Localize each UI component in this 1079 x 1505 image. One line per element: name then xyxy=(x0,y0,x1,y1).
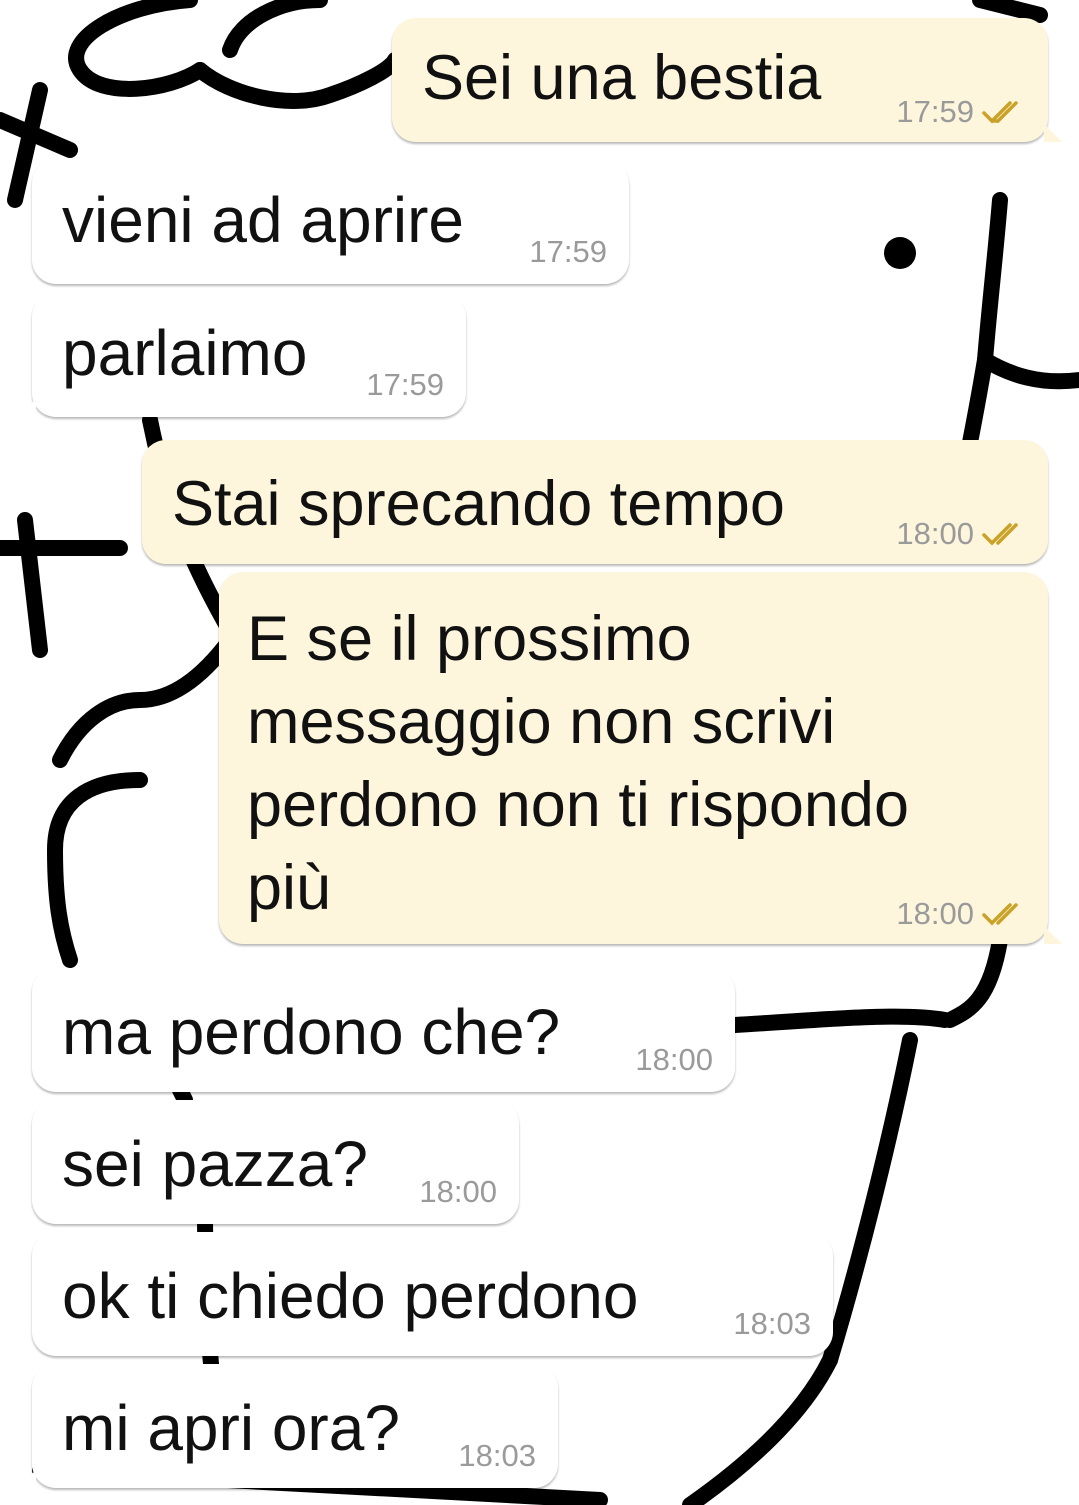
message-text: ma perdono che? xyxy=(62,996,561,1068)
double-check-icon xyxy=(982,101,1018,124)
message-text: parlaimo xyxy=(62,317,308,389)
message-text: mi apri ora? xyxy=(62,1392,400,1464)
incoming-message[interactable]: vieni ad aprire 17:59 xyxy=(32,160,629,284)
message-time: 18:00 xyxy=(896,896,974,931)
message-time: 17:59 xyxy=(366,367,444,402)
message-text: ok ti chiedo perdono xyxy=(62,1260,639,1332)
outgoing-message[interactable]: E se il prossimo messaggio non scrivi pe… xyxy=(219,572,1062,944)
message-text: vieni ad aprire xyxy=(62,184,464,256)
message-meta: 18:00 xyxy=(896,896,1026,932)
outgoing-message[interactable]: Stai sprecando tempo 18:00 xyxy=(142,440,1048,564)
incoming-message[interactable]: parlaimo 17:59 xyxy=(18,293,466,417)
message-meta: 18:03 xyxy=(733,1306,811,1342)
double-check-icon xyxy=(982,903,1018,926)
message-text: Stai sprecando tempo xyxy=(172,469,785,539)
message-time: 17:59 xyxy=(896,94,974,129)
message-time: 18:03 xyxy=(458,1438,536,1473)
message-time: 18:03 xyxy=(733,1306,811,1341)
message-meta: 17:59 xyxy=(366,367,444,403)
message-meta: 18:00 xyxy=(635,1042,713,1078)
message-text: Sei una bestia xyxy=(422,43,822,113)
incoming-message[interactable]: ok ti chiedo perdono 18:03 xyxy=(32,1232,833,1356)
message-meta: 17:59 xyxy=(896,94,1026,130)
double-check-icon xyxy=(982,523,1018,546)
message-time: 17:59 xyxy=(529,234,607,269)
message-meta: 18:00 xyxy=(419,1174,497,1210)
message-text: sei pazza? xyxy=(62,1128,368,1200)
outgoing-message[interactable]: Sei una bestia 17:59 xyxy=(392,18,1062,142)
message-time: 18:00 xyxy=(896,516,974,551)
message-text: E se il prossimo messaggio non scrivi pe… xyxy=(247,604,909,923)
message-meta: 18:03 xyxy=(458,1438,536,1474)
message-time: 18:00 xyxy=(419,1174,497,1209)
incoming-message[interactable]: sei pazza? 18:00 xyxy=(32,1100,519,1224)
message-meta: 18:00 xyxy=(896,516,1026,552)
incoming-message[interactable]: mi apri ora? 18:03 xyxy=(18,1364,558,1488)
incoming-message[interactable]: ma perdono che? 18:00 xyxy=(32,968,735,1092)
message-meta: 17:59 xyxy=(529,234,607,270)
message-time: 18:00 xyxy=(635,1042,713,1077)
